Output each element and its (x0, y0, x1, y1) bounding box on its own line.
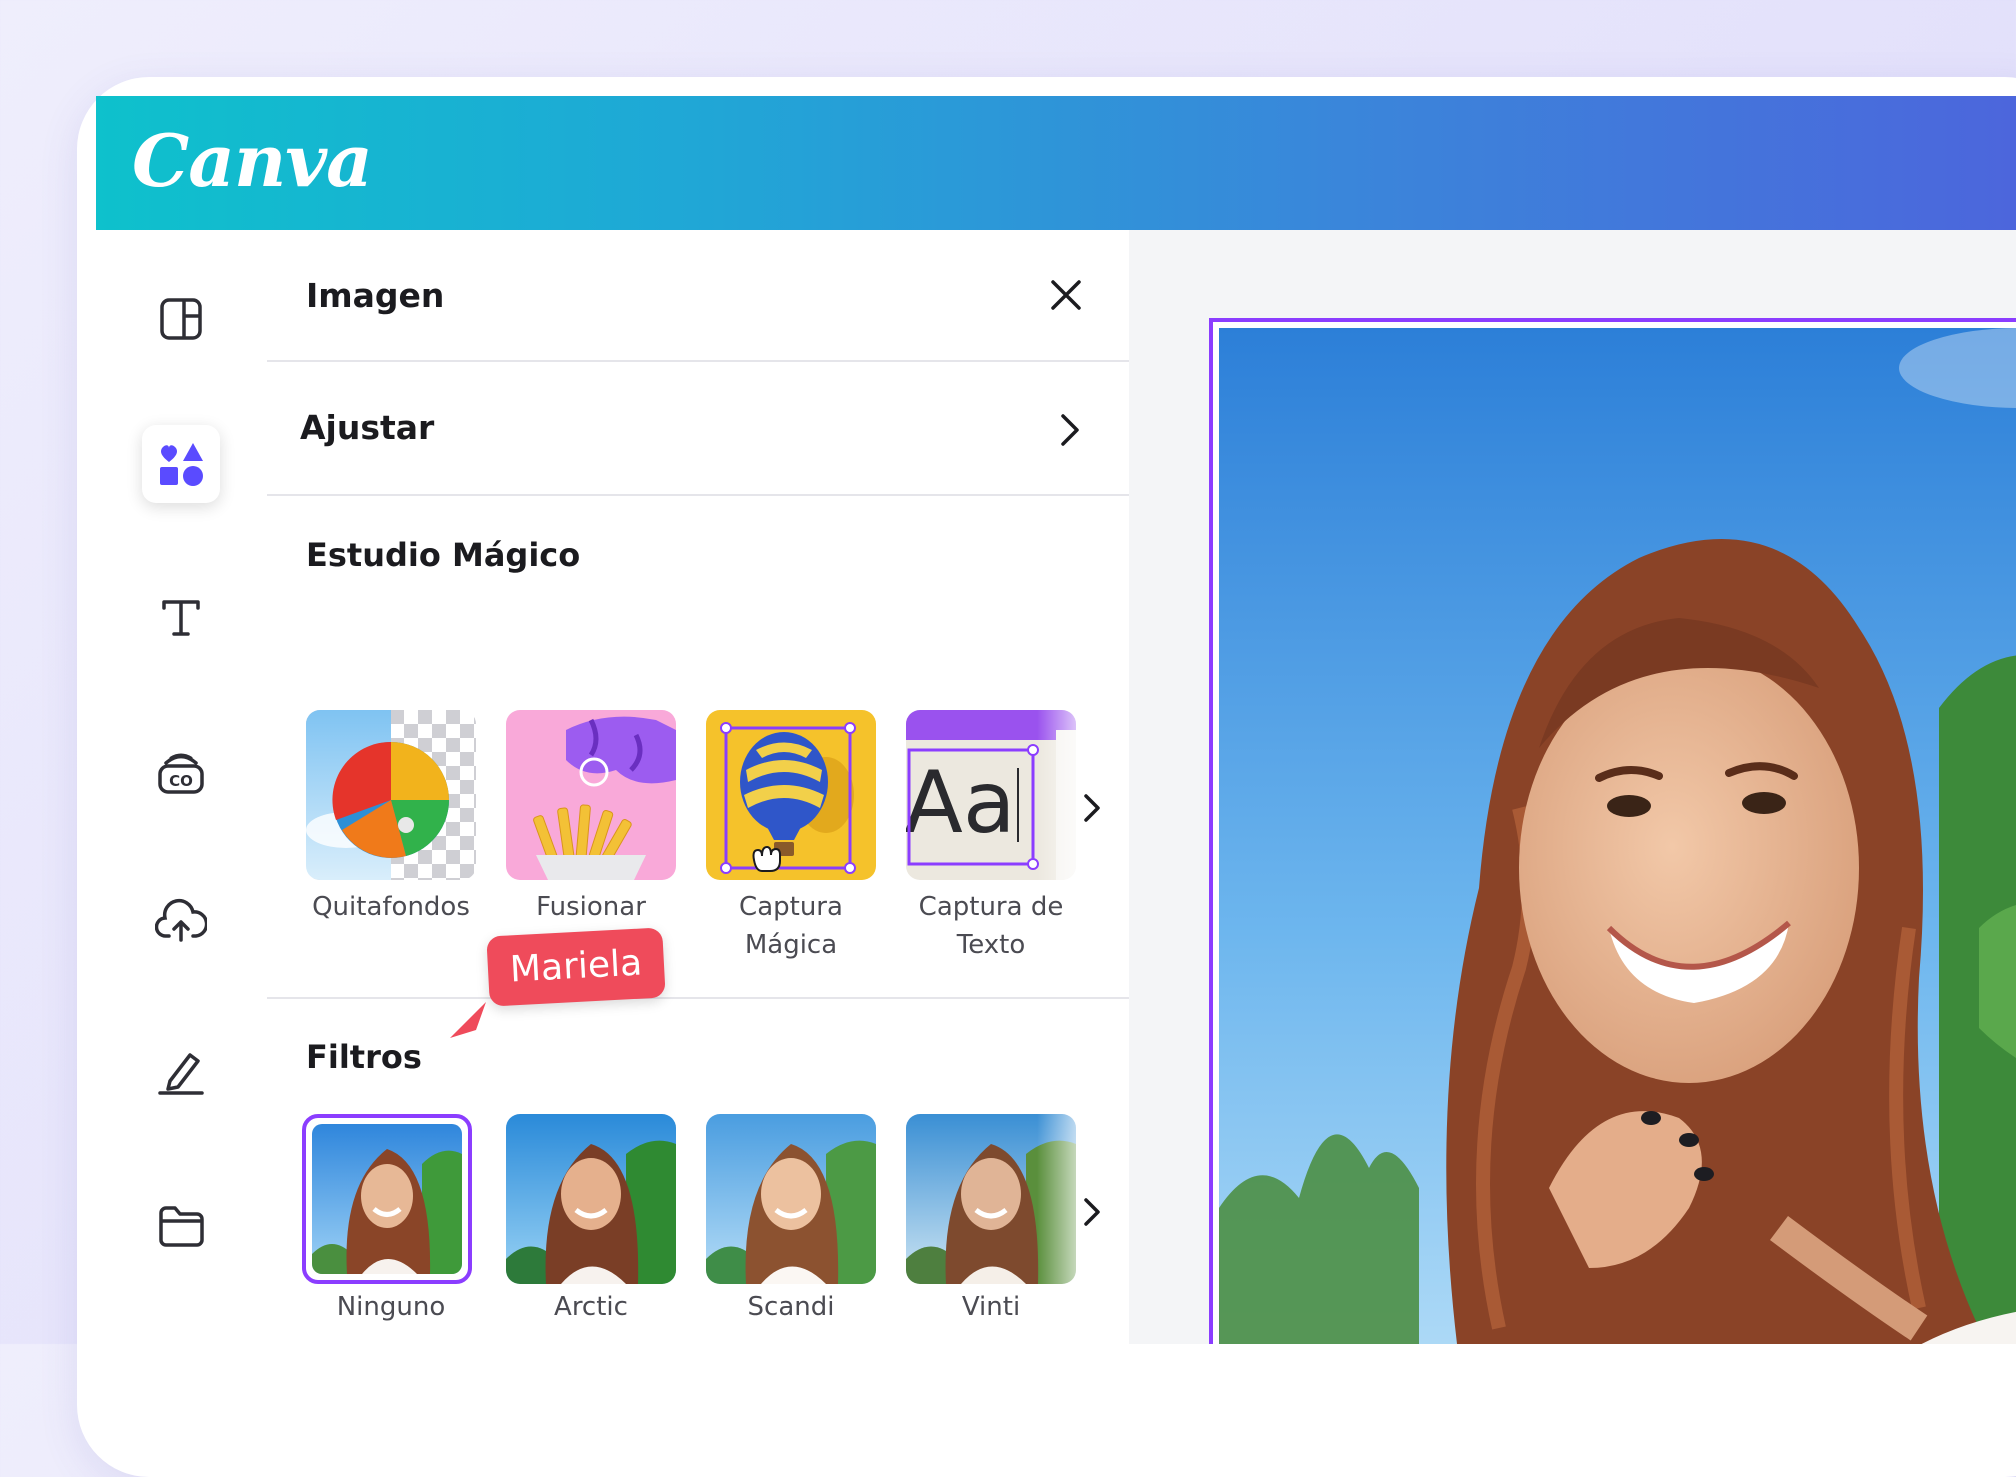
chevron-right-icon (1061, 414, 1079, 446)
portrait-thumbnail (506, 1114, 676, 1284)
rail-design-button[interactable] (142, 280, 220, 358)
panel-title: Imagen (306, 276, 445, 315)
top-bar: Canva (96, 96, 2016, 230)
fries-thumbnail (506, 710, 676, 880)
rail-elements-button[interactable] (142, 425, 220, 503)
magic-tile-label: Captura de Texto (918, 892, 1064, 960)
brand-icon: CO (158, 753, 204, 794)
magic-tile-label: Captura Mágica (739, 892, 843, 960)
section-divider (267, 997, 1129, 999)
text-icon (162, 600, 200, 636)
magic-tile-label: Fusionar (536, 892, 646, 922)
adjust-row[interactable]: Ajustar (267, 362, 1129, 496)
elements-icon (160, 443, 203, 486)
upload-icon (155, 899, 207, 942)
draw-icon (158, 1053, 204, 1095)
rail-brand-button[interactable]: CO (142, 732, 220, 810)
filter-label: Arctic (554, 1292, 628, 1322)
filter-tile-none[interactable] (302, 1114, 472, 1284)
magic-tile-grab[interactable] (706, 710, 876, 880)
portrait-thumbnail (312, 1124, 462, 1274)
canva-editor: Canva CO Imagen Ajustar Estudio Mágico Q… (96, 96, 2016, 1344)
magic-tile-merge[interactable] (506, 710, 676, 880)
rail-upload-button[interactable] (142, 882, 220, 960)
filter-label: Scandi (747, 1292, 835, 1322)
portrait-image (1219, 328, 2016, 1344)
svg-text:CO: CO (169, 772, 193, 790)
magic-tile-label: Quitafondos (312, 892, 470, 922)
filter-label: Vinti (961, 1292, 1021, 1322)
panel-header: Imagen (267, 230, 1129, 362)
beach-ball-thumbnail (306, 710, 476, 880)
close-icon[interactable] (1045, 274, 1087, 316)
text-sample: Aa (906, 753, 1016, 853)
folder-icon (159, 1206, 204, 1247)
collaborator-cursor-icon (450, 1002, 486, 1038)
selected-image-frame[interactable] (1209, 318, 2016, 1344)
design-canvas (1129, 230, 2016, 1344)
chevron-right-icon[interactable] (1072, 788, 1112, 828)
image-panel: Imagen Ajustar Estudio Mágico Quitafondo… (267, 230, 1129, 1344)
side-rail: CO (96, 230, 267, 1344)
collaborator-badge: Mariela (486, 927, 666, 1007)
adjust-label: Ajustar (300, 408, 435, 447)
chevron-right-icon[interactable] (1072, 1192, 1112, 1232)
magic-studio-title: Estudio Mágico (306, 536, 581, 574)
filter-tile-scandi[interactable] (706, 1114, 876, 1284)
portrait-photo (1219, 328, 2016, 1344)
portrait-thumbnail (706, 1114, 876, 1284)
filters-title: Filtros (306, 1038, 422, 1076)
rail-text-button[interactable] (142, 578, 220, 656)
rail-projects-button[interactable] (142, 1187, 220, 1265)
filter-label: Ninguno (336, 1292, 446, 1322)
balloon-thumbnail (706, 710, 876, 880)
filter-tile-arctic[interactable] (506, 1114, 676, 1284)
layout-icon (160, 298, 202, 340)
canva-logo[interactable]: Canva (132, 118, 373, 203)
magic-tile-bg-remover[interactable] (306, 710, 476, 880)
rail-draw-button[interactable] (142, 1033, 220, 1111)
